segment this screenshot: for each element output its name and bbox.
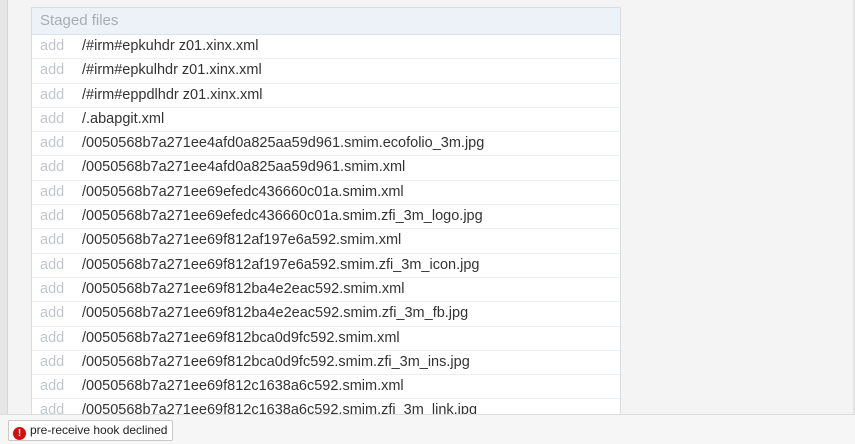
file-row[interactable]: add/0050568b7a271ee4afd0a825aa59d961.smi… [32,132,620,157]
file-path: /0050568b7a271ee69efedc436660c01a.smim.x… [82,183,404,200]
file-path: /0050568b7a271ee69f812af197e6a592.smim.x… [82,232,402,249]
file-row[interactable]: add /#irm#eppdlhdr z01.xinx.xml [32,84,620,108]
file-row[interactable]: add/0050568b7a271ee69f812ba4e2eac592.smi… [32,278,620,303]
file-row[interactable]: add/0050568b7a271ee69f812c1638a6c592.smi… [32,375,620,400]
file-path: /0050568b7a271ee69f812c1638a6c592.smim.x… [82,378,404,395]
file-row[interactable]: add/0050568b7a271ee69f812ba4e2eac592.smi… [32,302,620,327]
staged-files-panel: Staged files add /#irm#epkuhdr z01.xinx.x… [31,7,621,415]
file-row[interactable]: add /#irm#epkulhdr z01.xinx.xml [32,59,620,84]
file-path: /#irm#epkulhdr z01.xinx.xml [82,62,262,79]
file-path: /0050568b7a271ee69f812bca0d9fc592.smim.x… [82,329,400,346]
file-row[interactable]: add/0050568b7a271ee69f812af197e6a592.smi… [32,254,620,278]
file-row[interactable]: add/0050568b7a271ee69f812c1638a6c592.smi… [32,399,620,415]
file-action: add [40,159,65,176]
status-message-text: pre-receive hook declined [30,423,168,437]
file-row[interactable]: add/0050568b7a271ee69f812bca0d9fc592.smi… [32,327,620,351]
file-row[interactable]: add/0050568b7a271ee4afd0a825aa59d961.smi… [32,156,620,181]
file-action: add [40,86,65,103]
file-action: add [40,329,65,346]
file-path: /0050568b7a271ee4afd0a825aa59d961.smim.e… [82,135,485,152]
file-path: /#irm#eppdlhdr z01.xinx.xml [82,86,263,103]
file-action: add [40,378,65,395]
file-action: add [40,183,65,200]
file-action: add [40,135,65,152]
file-row[interactable]: add /#irm#epkuhdr z01.xinx.xml [32,35,620,60]
file-action: add [40,208,65,225]
file-path: /0050568b7a271ee69f812c1638a6c592.smim.z… [82,402,478,415]
file-row[interactable]: add/0050568b7a271ee69f812af197e6a592.smi… [32,229,620,254]
file-row[interactable]: add/0050568b7a271ee69efedc436660c01a.smi… [32,205,620,230]
file-path: /0050568b7a271ee69f812ba4e2eac592.smim.x… [82,280,405,297]
panel-title: Staged files [32,8,620,35]
error-icon: ! [13,427,26,440]
file-path: /0050568b7a271ee4afd0a825aa59d961.smim.x… [82,159,406,176]
file-path: /0050568b7a271ee69f812af197e6a592.smim.z… [82,256,480,273]
file-path: /#irm#epkuhdr z01.xinx.xml [82,38,259,54]
file-row[interactable]: add /.abapgit.xml [32,108,620,133]
file-path: /0050568b7a271ee69f812ba4e2eac592.smim.z… [82,305,469,322]
status-message[interactable]: ! pre-receive hook declined [8,420,174,441]
file-action: add [40,353,65,370]
staged-file-list: add /#irm#epkuhdr z01.xinx.xml add /#irm#ep… [32,35,620,415]
file-path: /.abapgit.xml [82,110,165,127]
left-gutter [0,0,8,414]
file-path: /0050568b7a271ee69efedc436660c01a.smim.z… [82,208,483,225]
file-action: add [40,38,65,54]
file-action: add [40,110,65,127]
file-path: /0050568b7a271ee69f812bca0d9fc592.smim.z… [82,353,470,370]
file-action: add [40,402,65,415]
file-action: add [40,256,65,273]
file-action: add [40,62,65,79]
file-action: add [40,232,65,249]
status-bar: ! pre-receive hook declined [0,414,855,444]
file-row[interactable]: add/0050568b7a271ee69efedc436660c01a.smi… [32,181,620,206]
file-row[interactable]: add/0050568b7a271ee69f812bca0d9fc592.smi… [32,351,620,376]
file-action: add [40,305,65,322]
file-action: add [40,280,65,297]
